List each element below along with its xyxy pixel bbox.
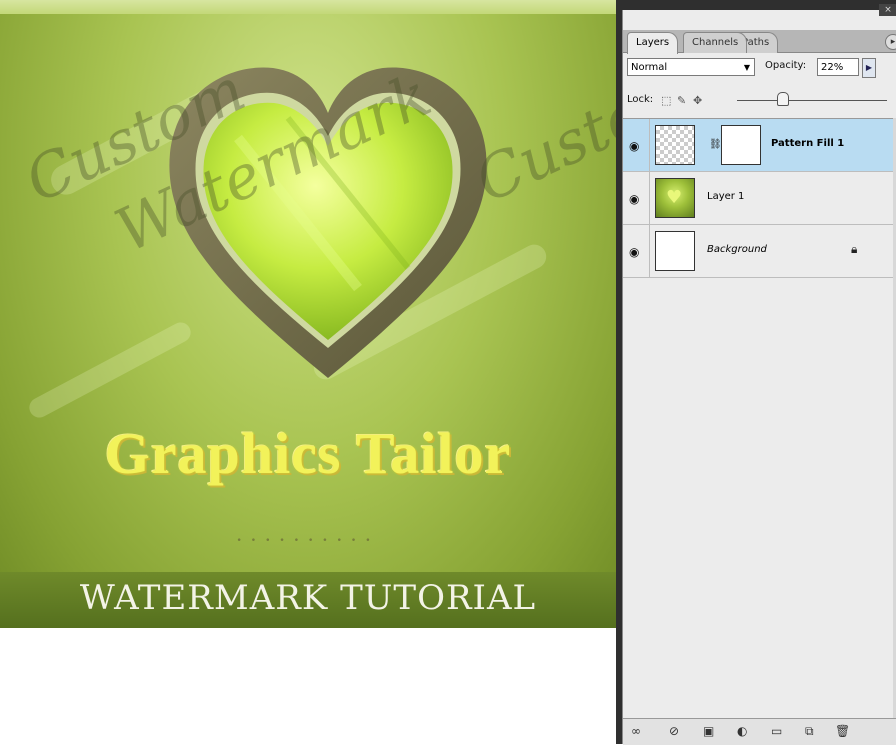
chain-link-icon[interactable]: ⛓: [709, 139, 722, 150]
layer-name[interactable]: Background: [707, 244, 767, 255]
blend-row: Normal ▼ Opacity: 22% ▶: [627, 58, 896, 80]
eye-icon[interactable]: ◉: [629, 245, 639, 259]
decorative-dots: ••••••••••: [236, 536, 380, 546]
adjustment-icon[interactable]: ◐: [737, 724, 747, 738]
tab-layers[interactable]: Layers: [627, 32, 679, 54]
opacity-slider-knob[interactable]: [777, 92, 789, 106]
brand-title: Graphics Tailor: [104, 421, 512, 486]
close-icon[interactable]: ×: [879, 4, 896, 16]
panel-bottom-toolbar: ∞ ⊘ ▣ ◐ ▭ ⧉ 🗑︎: [623, 718, 896, 745]
layers-panel: × Paths Channels Layers ▸ Normal ▼ Opaci…: [616, 0, 896, 745]
document-canvas[interactable]: Custom Watermark Custom Graphics Tailor …: [0, 0, 616, 628]
layer-thumbnail: [655, 231, 695, 271]
layer-name[interactable]: Layer 1: [707, 191, 744, 202]
layer-row-background[interactable]: ◉ Background 🔒︎: [623, 225, 896, 278]
layer-mask-thumbnail[interactable]: [721, 125, 761, 165]
opacity-slider-track[interactable]: [737, 100, 887, 101]
link-layers-icon[interactable]: ∞: [631, 724, 641, 738]
blend-mode-select[interactable]: Normal ▼: [627, 58, 755, 76]
layer-thumbnail: [655, 125, 695, 165]
opacity-flyout-button[interactable]: ▶: [862, 58, 876, 78]
tab-channels[interactable]: Channels: [683, 32, 748, 53]
visibility-toggle[interactable]: ◉: [623, 172, 650, 224]
canvas-top-band: [0, 0, 616, 14]
opacity-input[interactable]: 22%: [817, 58, 859, 76]
opacity-label: Opacity:: [765, 60, 807, 71]
lock-position-icon[interactable]: ✥: [693, 94, 702, 107]
visibility-toggle[interactable]: ◉: [623, 225, 650, 277]
panel-menu-icon[interactable]: ▸: [885, 34, 896, 50]
layer-row-pattern-fill[interactable]: ◉ ⛓ Pattern Fill 1: [623, 119, 896, 172]
layer-row-layer-1[interactable]: ◉ ♥ Layer 1: [623, 172, 896, 225]
lock-row: Lock: ⬚ ✎ ✥: [627, 90, 896, 112]
layers-panel-body: × Paths Channels Layers ▸ Normal ▼ Opaci…: [622, 4, 896, 745]
panel-tabs: Paths Channels Layers ▸: [623, 30, 896, 54]
layer-name[interactable]: Pattern Fill 1: [771, 138, 844, 149]
fx-icon[interactable]: ⊘: [669, 724, 679, 738]
lock-pixels-icon[interactable]: ✎: [677, 94, 686, 107]
heart-icon: ♥: [666, 187, 683, 208]
eye-icon[interactable]: ◉: [629, 192, 639, 206]
eye-icon[interactable]: ◉: [629, 139, 639, 153]
new-layer-icon[interactable]: ⧉: [805, 724, 814, 739]
lock-icon: 🔒︎: [851, 242, 858, 256]
lock-label: Lock:: [627, 94, 654, 105]
folder-icon[interactable]: ▭: [771, 724, 782, 738]
tutorial-subtitle: WATERMARK TUTORIAL: [79, 578, 537, 618]
chevron-down-icon: ▼: [743, 63, 750, 72]
mask-icon[interactable]: ▣: [703, 724, 714, 738]
visibility-toggle[interactable]: ◉: [623, 119, 650, 171]
layer-thumbnail: ♥: [655, 178, 695, 218]
lock-transparent-icon[interactable]: ⬚: [661, 94, 671, 107]
trash-icon[interactable]: 🗑︎: [835, 724, 850, 738]
blend-mode-value: Normal: [631, 62, 668, 73]
layers-list: ◉ ⛓ Pattern Fill 1 ◉ ♥ Layer 1 ◉ Backgro…: [623, 118, 896, 719]
